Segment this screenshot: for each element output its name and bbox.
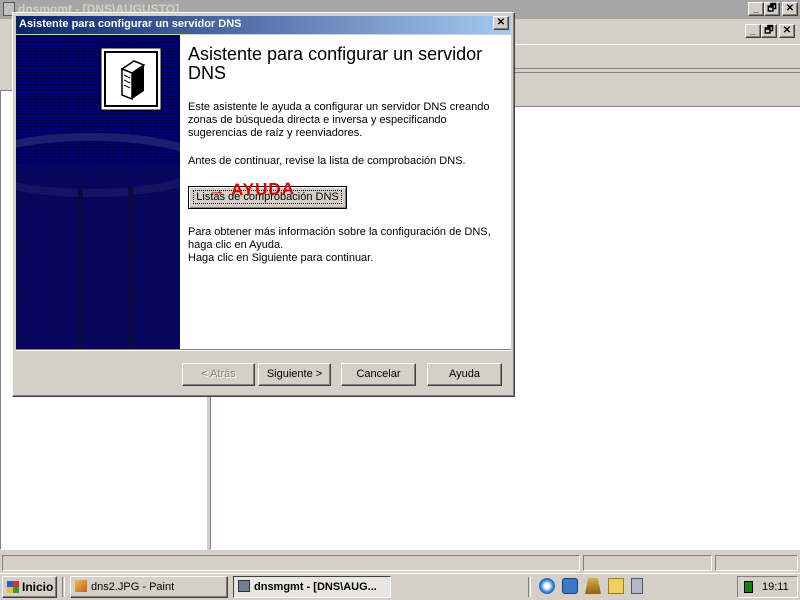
wizard-heading: Asistente para configurar un servidor DN… (188, 44, 483, 83)
ie-icon[interactable] (539, 578, 555, 594)
task-paint-label: dns2.JPG - Paint (91, 581, 175, 593)
calculator-icon[interactable] (631, 578, 643, 594)
dialog-titlebar[interactable]: Asistente para configurar un servidor DN… (16, 16, 511, 34)
next-button[interactable]: Siguiente > (258, 363, 331, 386)
system-tray: 19:11 (737, 576, 798, 598)
dialog-title: Asistente para configurar un servidor DN… (19, 18, 242, 30)
tree-pane-header (514, 72, 800, 88)
server-icon (100, 47, 162, 111)
mdi-close-button[interactable]: ✕ (779, 24, 795, 38)
folder-icon[interactable] (608, 578, 624, 594)
quicklaunch-grip[interactable] (528, 577, 531, 597)
toolbar (514, 44, 800, 69)
info-line-2: Haga clic en Siguiente para continuar. (188, 252, 374, 264)
help-annotation: → AYUDA (207, 179, 296, 200)
dialog-close-button[interactable]: ✕ (493, 16, 509, 30)
task-dnsmgmt-label: dnsmgmt - [DNS\AUG... (254, 581, 377, 593)
main-restore-button[interactable]: 🗗 (764, 2, 780, 16)
main-close-button[interactable]: ✕ (782, 2, 798, 16)
wizard-banner (16, 35, 180, 349)
main-minimize-button[interactable]: _ (748, 2, 764, 16)
outlook-icon[interactable] (562, 578, 578, 594)
wizard-dialog: Asistente para configurar un servidor DN… (12, 12, 515, 397)
banner-graphic (16, 47, 180, 349)
windows-logo-icon (7, 581, 19, 593)
checklist-note: Antes de continuar, revise la lista de c… (188, 155, 466, 167)
info-text: Para obtener más información sobre la co… (188, 226, 508, 265)
back-button[interactable]: < Atrás (182, 363, 255, 386)
paint-icon (75, 580, 87, 592)
status-segment-main (2, 555, 580, 571)
start-button[interactable]: Inicio (2, 576, 57, 598)
details-pane-header (514, 90, 800, 107)
cancel-button[interactable]: Cancelar (341, 363, 416, 386)
dialog-separator (16, 349, 511, 351)
help-button[interactable]: Ayuda (427, 363, 502, 386)
dns-console-icon (238, 580, 250, 592)
tray-status-icon[interactable] (744, 581, 753, 593)
status-segment-2 (583, 555, 712, 571)
task-dnsmgmt[interactable]: dnsmgmt - [DNS\AUG... (233, 576, 391, 598)
mdi-minimize-button[interactable]: _ (745, 24, 761, 38)
clock[interactable]: 19:11 (762, 581, 789, 593)
info-line-1: Para obtener más información sobre la co… (188, 226, 491, 251)
intro-text: Este asistente le ayuda a configurar un … (188, 101, 490, 139)
taskbar-grip[interactable] (62, 577, 65, 597)
mdi-restore-button[interactable]: 🗗 (761, 24, 777, 38)
status-segment-3 (715, 555, 798, 571)
start-label: Inicio (22, 580, 54, 594)
task-paint[interactable]: dns2.JPG - Paint (70, 576, 228, 598)
